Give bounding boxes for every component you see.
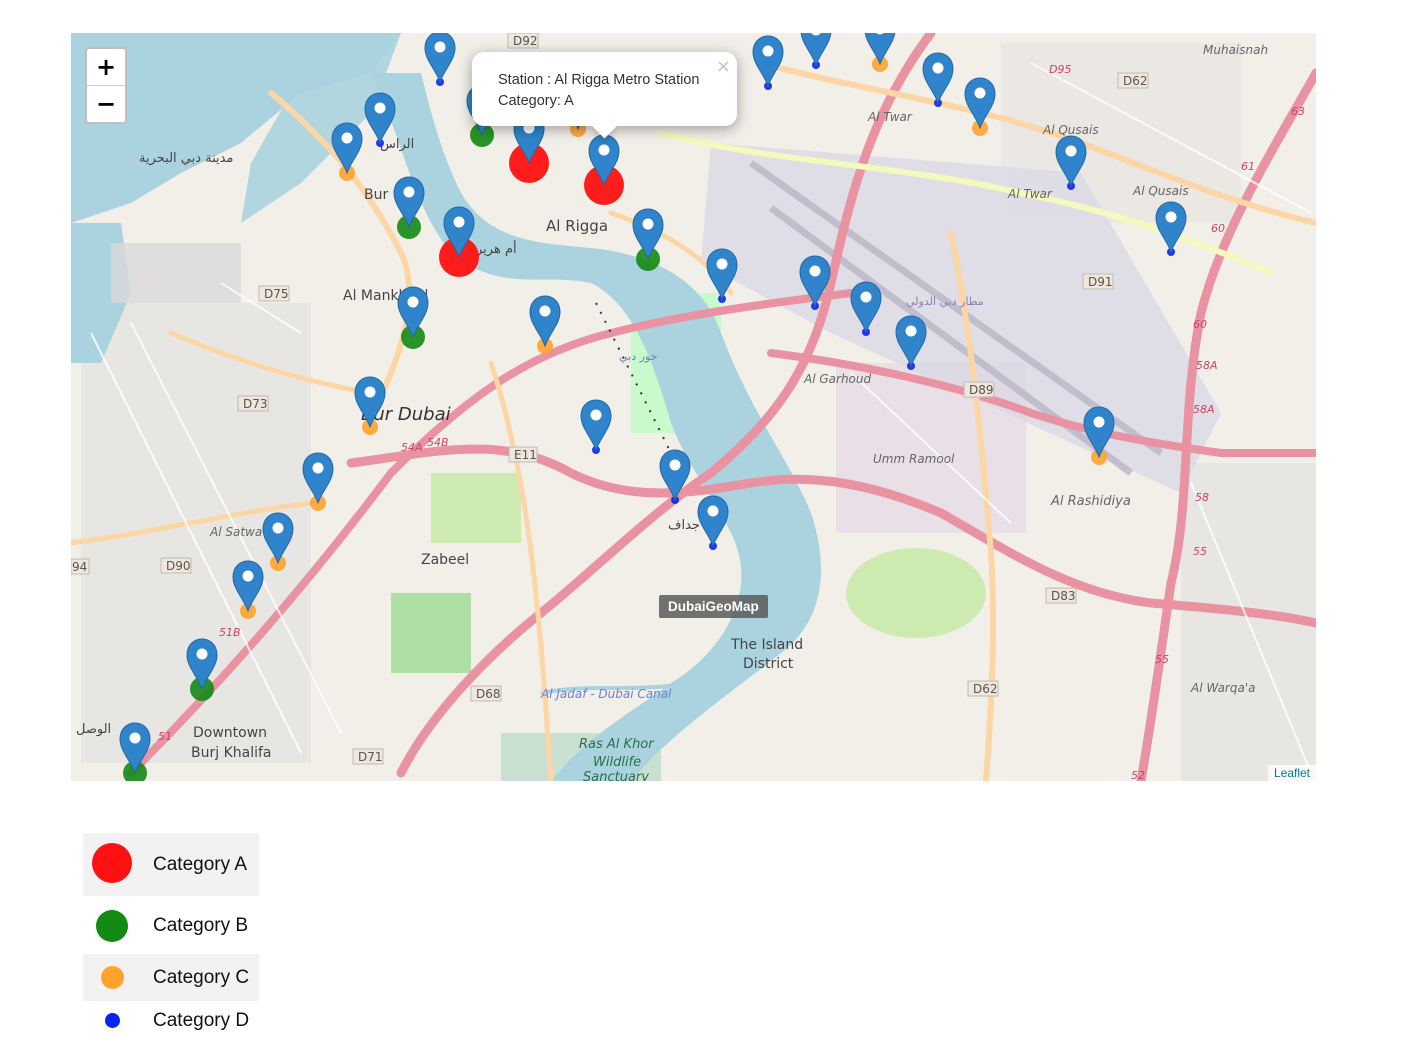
category-b-swatch — [96, 910, 128, 942]
map-pin-icon[interactable] — [331, 122, 363, 175]
legend: Category A Category B Category C Categor… — [83, 833, 259, 1045]
map-pin-icon[interactable] — [922, 52, 954, 105]
map-pin-icon[interactable] — [697, 495, 729, 548]
map-pin-icon[interactable] — [393, 176, 425, 229]
map-pin-icon[interactable] — [800, 33, 832, 67]
legend-label: Category D — [153, 1010, 250, 1031]
zoom-out-button[interactable]: − — [87, 85, 125, 122]
map-pin-icon[interactable] — [580, 399, 612, 452]
category-c-swatch — [101, 966, 124, 989]
markers-layer — [119, 33, 1187, 781]
popup-station: Station : Al Rigga Metro Station — [498, 72, 700, 88]
map-pin-icon[interactable] — [397, 286, 429, 339]
attribution-link[interactable]: Leaflet — [1267, 765, 1316, 781]
map-pin-icon[interactable] — [1083, 406, 1115, 459]
map-pin-icon[interactable] — [529, 295, 561, 348]
legend-item-c: Category C — [83, 954, 259, 1001]
map-tooltip: DubaiGeoMap — [659, 595, 768, 618]
category-a-swatch — [92, 843, 132, 883]
popup-close-button[interactable]: × — [716, 56, 731, 77]
map-pin-icon[interactable] — [262, 512, 294, 565]
legend-item-d: Category D — [83, 1001, 259, 1045]
map-pin-icon[interactable] — [119, 722, 151, 775]
map-pin-icon[interactable] — [1155, 201, 1187, 254]
map-pin-icon[interactable] — [1055, 135, 1087, 188]
legend-label: Category B — [153, 915, 249, 936]
map-pin-icon[interactable] — [424, 33, 456, 84]
map-pin-icon[interactable] — [364, 92, 396, 145]
category-d-swatch — [105, 1013, 120, 1028]
map-pin-icon[interactable] — [850, 281, 882, 334]
zoom-control: + − — [85, 47, 127, 124]
map-pin-icon[interactable] — [752, 35, 784, 88]
map-pin-icon[interactable] — [895, 315, 927, 368]
legend-label: Category A — [153, 854, 247, 875]
map-pin-icon[interactable] — [354, 376, 386, 429]
map-pin-icon[interactable] — [186, 638, 218, 691]
station-popup: Station : Al Rigga Metro Station Categor… — [472, 52, 737, 139]
map-pin-icon[interactable] — [302, 452, 334, 505]
map-pin-icon[interactable] — [232, 560, 264, 613]
map-view[interactable]: Al Rigga Bur Al Mankhool Bur Dubai Zabee… — [71, 33, 1316, 781]
popup-category: Category: A — [498, 93, 574, 109]
map-pin-icon[interactable] — [632, 208, 664, 261]
legend-item-b: Category B — [83, 896, 259, 954]
legend-label: Category C — [153, 967, 250, 988]
legend-item-a: Category A — [83, 833, 259, 896]
map-pin-icon[interactable] — [964, 77, 996, 130]
map-pin-icon[interactable] — [864, 33, 896, 66]
zoom-in-button[interactable]: + — [87, 49, 125, 85]
map-pin-icon[interactable] — [659, 449, 691, 502]
map-pin-icon[interactable] — [706, 248, 738, 301]
map-pin-icon[interactable] — [799, 255, 831, 308]
